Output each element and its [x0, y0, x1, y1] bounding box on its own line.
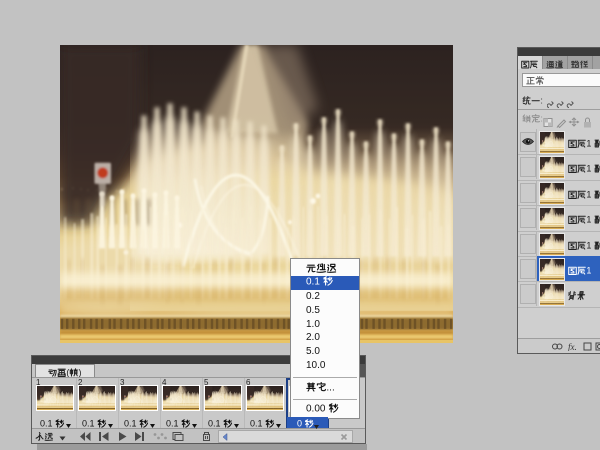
svg-text:1: 1	[586, 164, 591, 174]
svg-text:...: ...	[326, 383, 334, 394]
svg-text:1: 1	[586, 215, 591, 225]
svg-text:1: 1	[586, 241, 591, 251]
svg-text:fx.: fx.	[568, 342, 577, 351]
svg-text:1: 1	[586, 190, 591, 200]
svg-text::: :	[540, 96, 543, 106]
svg-text:1: 1	[586, 266, 591, 276]
svg-text:0: 0	[297, 419, 302, 429]
svg-text:0.1: 0.1	[306, 277, 320, 288]
svg-text:1: 1	[586, 139, 591, 149]
svg-text:0.00: 0.00	[306, 404, 326, 415]
